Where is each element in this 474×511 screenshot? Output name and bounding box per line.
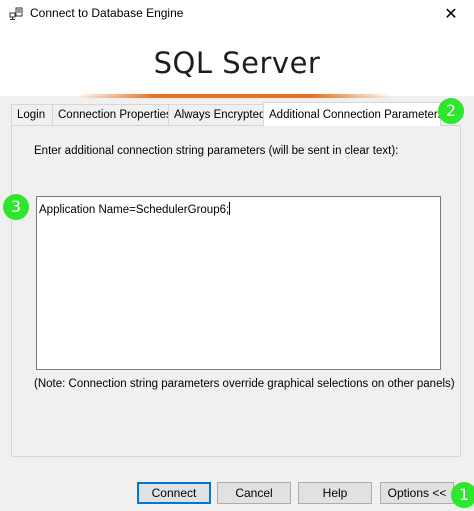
close-button[interactable]: ✕ (428, 0, 474, 28)
product-name: SQL Server (153, 46, 321, 80)
override-note: (Note: Connection string parameters over… (34, 378, 455, 390)
accent-divider (76, 94, 392, 98)
connection-params-textarea[interactable]: Application Name=SchedulerGroup6; (36, 196, 441, 370)
window-title: Connect to Database Engine (30, 6, 184, 20)
title-bar: Connect to Database Engine ✕ (0, 0, 474, 28)
tab-always-encrypted[interactable]: Always Encrypted (168, 104, 265, 124)
help-button[interactable]: Help (298, 482, 372, 504)
tab-login[interactable]: Login (11, 104, 53, 124)
instruction-label: Enter additional connection string param… (34, 145, 399, 157)
tab-additional-connection-parameters[interactable]: Additional Connection Parameters (263, 102, 444, 126)
annotation-marker-1: 1 (451, 482, 474, 508)
product-banner: SQL Server (0, 28, 474, 98)
additional-parameters-panel: Enter additional connection string param… (11, 125, 461, 457)
db-connect-icon (9, 7, 23, 20)
annotation-marker-3: 3 (3, 194, 29, 220)
annotation-marker-2: 2 (438, 98, 464, 124)
options-button[interactable]: Options << (380, 482, 454, 504)
tab-connection-properties[interactable]: Connection Properties (52, 104, 172, 124)
cancel-button[interactable]: Cancel (217, 482, 291, 504)
text-caret (229, 202, 231, 215)
connection-params-value: Application Name=SchedulerGroup6; (39, 204, 230, 216)
connect-button[interactable]: Connect (137, 482, 211, 504)
close-icon: ✕ (444, 6, 458, 23)
